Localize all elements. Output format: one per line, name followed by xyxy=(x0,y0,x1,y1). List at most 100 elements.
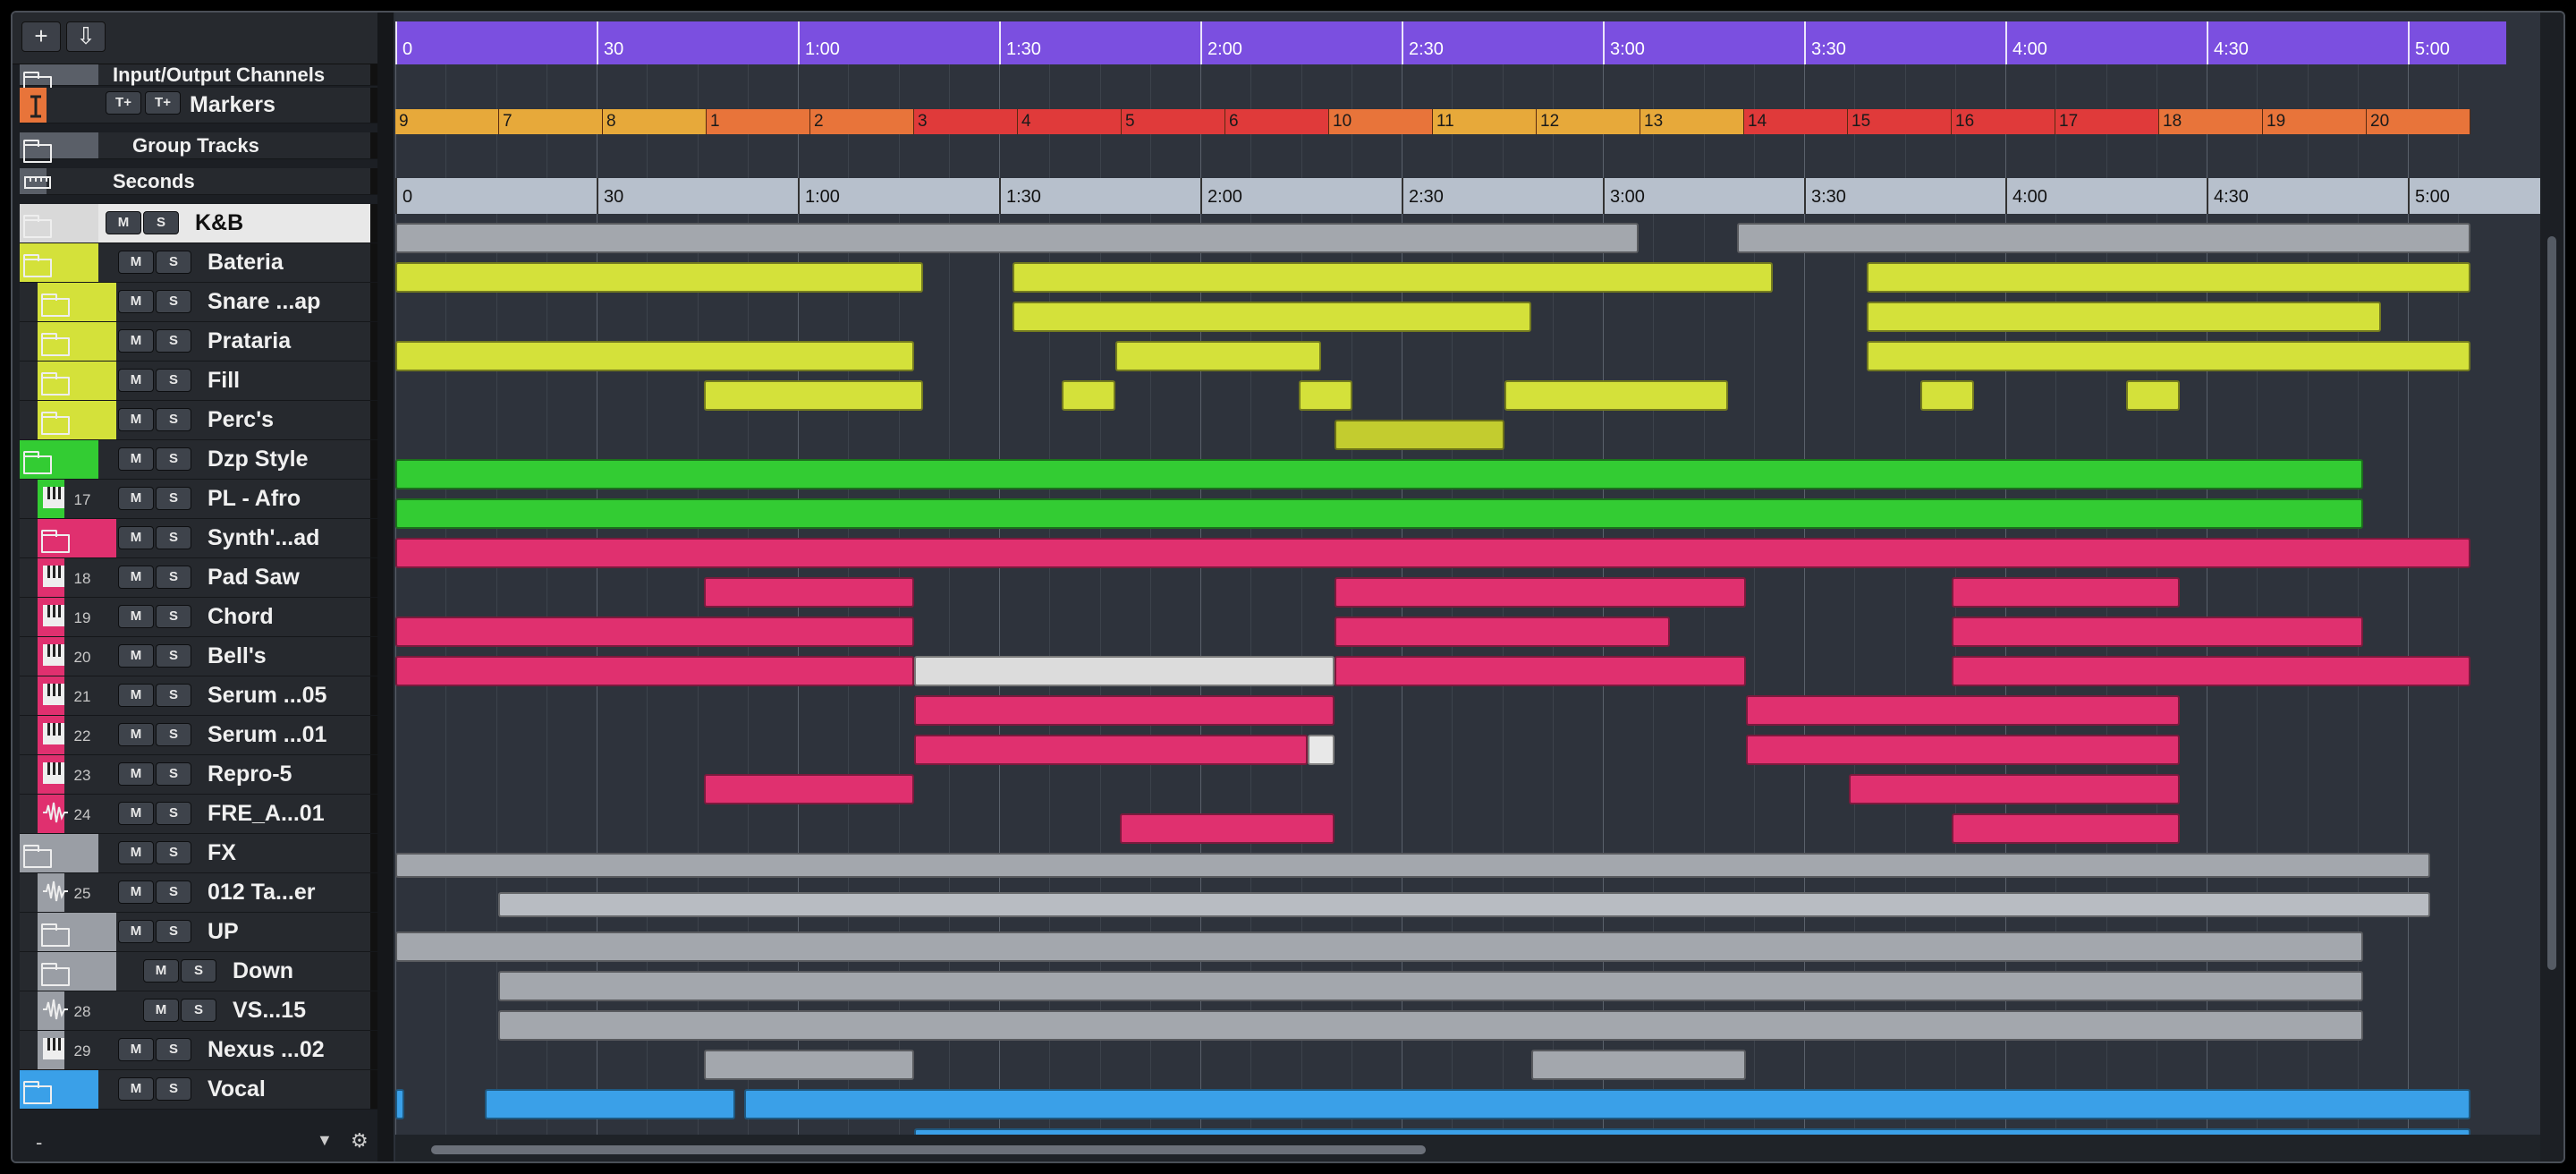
track-header-22[interactable]: M S UP xyxy=(20,913,390,952)
solo-button[interactable]: S xyxy=(156,369,191,392)
track-header-24[interactable]: 28 M S VS...15 xyxy=(20,991,390,1031)
mute-button[interactable]: M xyxy=(118,723,154,746)
mute-button[interactable]: M xyxy=(143,959,179,983)
track-name[interactable]: Fill xyxy=(208,362,240,400)
clip-event[interactable] xyxy=(485,1089,735,1119)
zoom-out-button[interactable]: - xyxy=(36,1131,42,1154)
horizontal-scroll-thumb[interactable] xyxy=(431,1145,1426,1154)
mute-button[interactable]: M xyxy=(118,880,154,904)
clip-event[interactable] xyxy=(395,223,1639,253)
solo-button[interactable]: S xyxy=(156,644,191,668)
track-header-15[interactable]: 20 M S Bell's xyxy=(20,637,390,676)
marker-tool-button[interactable]: T+ xyxy=(145,91,181,115)
track-name[interactable]: Pad Saw xyxy=(208,558,300,597)
marker-event[interactable]: 10 xyxy=(1329,109,1433,134)
track-header-26[interactable]: M S Vocal xyxy=(20,1070,390,1110)
clip-event[interactable] xyxy=(395,498,2363,529)
marker-event[interactable]: 18 xyxy=(2159,109,2263,134)
clip-event[interactable] xyxy=(704,774,914,804)
solo-button[interactable]: S xyxy=(156,251,191,274)
mute-button[interactable]: M xyxy=(118,605,154,628)
clip-event[interactable] xyxy=(395,656,914,686)
marker-event[interactable]: 8 xyxy=(603,109,707,134)
solo-button[interactable]: S xyxy=(156,447,191,471)
track-name[interactable]: PL - Afro xyxy=(208,480,301,518)
time-ruler[interactable]: 0 30 1:00 1:30 2:00 2:30 3:00 3:30 4:00 4:30 5:00 xyxy=(395,21,2506,64)
marker-event[interactable]: 16 xyxy=(1952,109,2055,134)
clip-event[interactable] xyxy=(1952,813,2180,844)
solo-button[interactable]: S xyxy=(156,408,191,431)
track-header-3[interactable]: Seconds xyxy=(20,168,390,195)
mute-button[interactable]: M xyxy=(118,369,154,392)
marker-event[interactable]: 19 xyxy=(2263,109,2367,134)
horizontal-scrollbar[interactable] xyxy=(395,1135,2540,1161)
mute-button[interactable]: M xyxy=(118,1077,154,1101)
track-name[interactable]: Dzp Style xyxy=(208,440,309,479)
track-name[interactable]: Markers xyxy=(190,88,275,123)
mute-button[interactable]: M xyxy=(118,762,154,786)
clip-event[interactable] xyxy=(395,262,923,293)
mute-button[interactable]: M xyxy=(118,644,154,668)
track-name[interactable]: Bell's xyxy=(208,637,267,676)
solo-button[interactable]: S xyxy=(156,1077,191,1101)
track-name[interactable]: Group Tracks xyxy=(132,132,259,158)
solo-button[interactable]: S xyxy=(156,880,191,904)
marker-event[interactable]: 11 xyxy=(1433,109,1537,134)
track-header-8[interactable]: M S Fill xyxy=(20,362,390,401)
marker-track-lane[interactable]: 9 7 8 1 2 3 4 5 6 10 11 12 13 14 15 16 17 18 19 20 xyxy=(395,109,2470,134)
clip-event[interactable] xyxy=(914,695,1335,726)
mute-button[interactable]: M xyxy=(118,329,154,353)
solo-button[interactable]: S xyxy=(156,802,191,825)
solo-button[interactable]: S xyxy=(156,1038,191,1061)
clip-event[interactable] xyxy=(704,380,923,411)
mute-button[interactable]: M xyxy=(118,920,154,943)
solo-button[interactable]: S xyxy=(156,487,191,510)
track-header-6[interactable]: M S Snare ...ap xyxy=(20,283,390,322)
clip-event[interactable] xyxy=(914,735,1308,765)
track-header-20[interactable]: M S FX xyxy=(20,834,390,873)
track-header-23[interactable]: M S Down xyxy=(20,952,390,991)
mute-button[interactable]: M xyxy=(118,841,154,864)
track-name[interactable]: Serum ...01 xyxy=(208,716,326,754)
solo-button[interactable]: S xyxy=(156,920,191,943)
clip-event[interactable] xyxy=(1013,262,1773,293)
mute-button[interactable]: M xyxy=(143,999,179,1022)
vertical-scroll-thumb[interactable] xyxy=(2547,236,2556,970)
marker-event[interactable]: 6 xyxy=(1225,109,1329,134)
track-header-5[interactable]: M S Bateria xyxy=(20,243,390,283)
marker-event[interactable]: 17 xyxy=(2055,109,2159,134)
clip-event[interactable] xyxy=(1335,656,1746,686)
track-name[interactable]: FX xyxy=(208,834,236,872)
solo-button[interactable]: S xyxy=(156,684,191,707)
clip-event[interactable] xyxy=(1062,380,1115,411)
marker-event[interactable]: 13 xyxy=(1640,109,1744,134)
clip-event[interactable] xyxy=(1308,735,1335,765)
track-header-0[interactable]: Input/Output Channels xyxy=(20,64,390,95)
clip-event[interactable] xyxy=(1504,380,1728,411)
clip-event[interactable] xyxy=(1746,695,2180,726)
marker-event[interactable]: 2 xyxy=(810,109,914,134)
clip-event[interactable] xyxy=(395,341,914,371)
mute-button[interactable]: M xyxy=(118,1038,154,1061)
clip-event[interactable] xyxy=(914,656,1335,686)
track-name[interactable]: FRE_A...01 xyxy=(208,795,325,833)
clip-event[interactable] xyxy=(1867,341,2470,371)
clip-event[interactable] xyxy=(1920,380,1974,411)
marker-event[interactable]: 4 xyxy=(1018,109,1122,134)
clip-event[interactable] xyxy=(1849,774,2180,804)
track-name[interactable]: K&B xyxy=(195,204,243,242)
marker-event[interactable]: 7 xyxy=(499,109,603,134)
clip-event[interactable] xyxy=(1867,302,2381,332)
track-name[interactable]: Seconds xyxy=(113,168,195,194)
mute-button[interactable]: M xyxy=(118,684,154,707)
arrange-window[interactable]: 9 7 8 1 2 3 4 5 6 10 11 12 13 14 15 16 17 18 19 20 0 30 1:00 1… xyxy=(395,13,2540,1161)
track-name[interactable]: Prataria xyxy=(208,322,291,361)
track-name[interactable]: Input/Output Channels xyxy=(113,64,325,85)
clip-event[interactable] xyxy=(498,971,2363,1001)
track-name[interactable]: Chord xyxy=(208,598,274,636)
solo-button[interactable]: S xyxy=(181,959,216,983)
track-name[interactable]: Serum ...05 xyxy=(208,676,326,715)
mute-button[interactable]: M xyxy=(118,408,154,431)
mute-button[interactable]: M xyxy=(118,447,154,471)
solo-button[interactable]: S xyxy=(181,999,216,1022)
